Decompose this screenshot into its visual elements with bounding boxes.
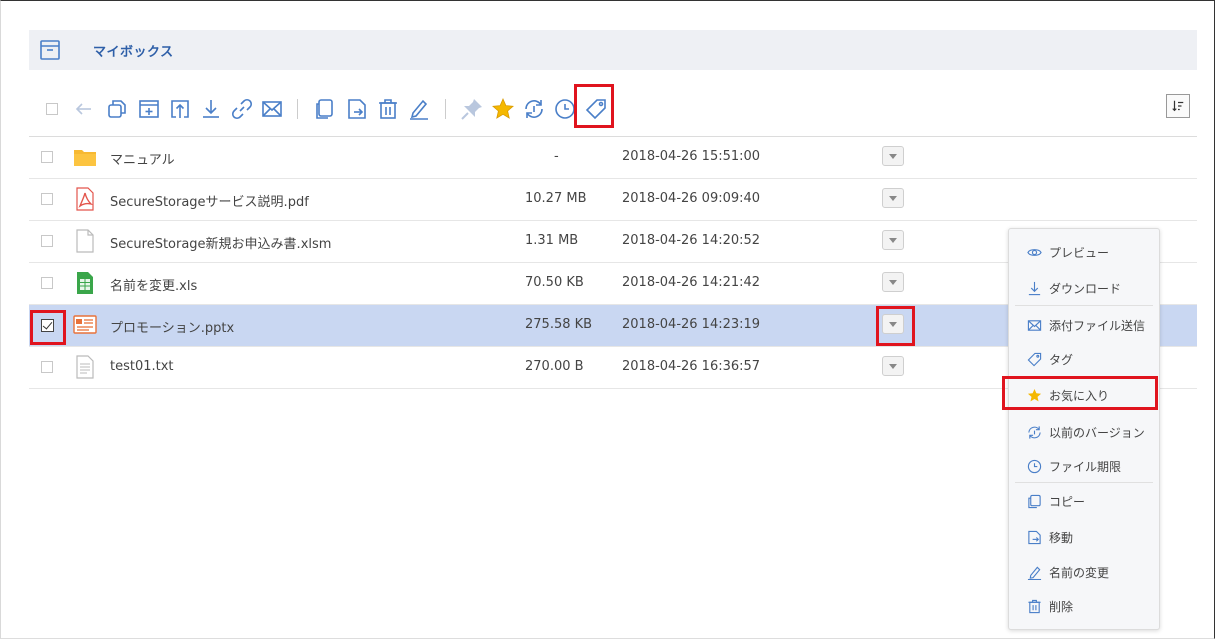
clock-icon [1027, 459, 1042, 473]
row-checkbox[interactable] [41, 277, 53, 289]
row-checkbox[interactable] [41, 235, 53, 247]
eye-icon [1027, 248, 1042, 256]
file-name[interactable]: SecureStorageサービス説明.pdf [110, 191, 309, 210]
row-menu-button[interactable] [882, 146, 904, 166]
copy-file-icon[interactable] [310, 92, 340, 126]
file-date: 2018-04-26 14:20:52 [622, 233, 761, 248]
file-date: 2018-04-26 16:36:57 [622, 359, 761, 374]
highlight-row-menu [876, 306, 915, 346]
menu-item-previous-version[interactable]: 以前のバージョン [1027, 421, 1145, 443]
row-checkbox[interactable] [41, 151, 53, 163]
menu-item-tag[interactable]: タグ [1027, 348, 1073, 370]
file-date: 2018-04-26 15:51:00 [622, 149, 761, 164]
pdf-file-icon [76, 187, 94, 211]
trash-icon[interactable] [373, 92, 403, 126]
file-size: 70.50 KB [525, 275, 584, 290]
menu-item-download[interactable]: ダウンロード [1027, 277, 1121, 299]
menu-item-copy[interactable]: コピー [1027, 490, 1085, 512]
move-file-icon[interactable] [342, 92, 372, 126]
mail-icon [1027, 319, 1042, 331]
sort-button[interactable] [1166, 94, 1190, 118]
excel-file-icon [77, 272, 93, 294]
download-icon [1028, 281, 1041, 295]
page-header: マイボックス [29, 30, 1197, 70]
row-checkbox[interactable] [41, 361, 53, 373]
file-date: 2018-04-26 09:09:40 [622, 191, 761, 206]
move-file-icon [1028, 530, 1041, 544]
copy-icon[interactable] [102, 92, 132, 126]
select-all-checkbox[interactable] [37, 92, 67, 126]
file-name[interactable]: プロモーション.pptx [110, 317, 234, 336]
rename-icon[interactable] [404, 92, 434, 126]
trash-icon [1028, 599, 1041, 613]
menu-divider [1015, 482, 1153, 483]
back-arrow-icon[interactable] [69, 92, 99, 126]
folder-icon [74, 150, 96, 166]
version-icon [1028, 425, 1041, 439]
table-row[interactable]: SecureStorageサービス説明.pdf 10.27 MB 2018-04… [29, 179, 1197, 221]
menu-item-move[interactable]: 移動 [1027, 526, 1073, 548]
file-size: 1.31 MB [525, 233, 579, 248]
context-menu: プレビュー ダウンロード 添付ファイル送信 タグ お気に入り 以前のバージョン … [1008, 228, 1160, 630]
table-row[interactable]: マニュアル - 2018-04-26 15:51:00 [29, 137, 1197, 179]
tag-icon [1027, 352, 1042, 366]
file-name[interactable]: マニュアル [110, 149, 175, 168]
file-date: 2018-04-26 14:21:42 [622, 275, 761, 290]
file-name[interactable]: test01.txt [110, 359, 174, 374]
file-name[interactable]: 名前を変更.xls [110, 275, 197, 294]
row-menu-button[interactable] [882, 272, 904, 292]
new-folder-icon[interactable] [134, 92, 164, 126]
toolbar-divider [297, 99, 298, 119]
menu-item-send-attachment[interactable]: 添付ファイル送信 [1027, 314, 1145, 336]
link-icon[interactable] [227, 92, 257, 126]
menu-item-delete[interactable]: 削除 [1027, 595, 1073, 617]
file-date: 2018-04-26 14:23:19 [622, 317, 761, 332]
row-menu-button[interactable] [882, 356, 904, 376]
file-size: 10.27 MB [525, 191, 587, 206]
generic-file-icon [76, 229, 94, 253]
menu-item-file-expiry[interactable]: ファイル期限 [1027, 455, 1121, 477]
rename-icon [1027, 566, 1042, 580]
mail-icon[interactable] [257, 92, 287, 126]
download-icon[interactable] [196, 92, 226, 126]
highlight-favorite-menu-item [1002, 376, 1158, 410]
row-menu-button[interactable] [882, 230, 904, 250]
file-size: 275.58 KB [525, 317, 593, 332]
version-icon[interactable] [519, 92, 549, 126]
text-file-icon [76, 355, 94, 379]
menu-item-preview[interactable]: プレビュー [1027, 241, 1109, 263]
star-icon[interactable] [488, 92, 518, 126]
archive-box-icon [37, 37, 63, 63]
menu-item-rename[interactable]: 名前の変更 [1027, 561, 1109, 583]
file-size: - [554, 149, 559, 164]
highlight-checkbox [30, 310, 66, 345]
row-checkbox[interactable] [41, 193, 53, 205]
highlight-star-toolbar [574, 84, 614, 128]
menu-divider [1015, 305, 1153, 306]
file-name[interactable]: SecureStorage新規お申込み書.xlsm [110, 233, 331, 252]
page-title: マイボックス [93, 44, 174, 60]
pin-icon[interactable] [457, 92, 487, 126]
powerpoint-file-icon [73, 315, 97, 334]
sort-icon [1172, 100, 1184, 112]
upload-icon[interactable] [165, 92, 195, 126]
copy-file-icon [1028, 494, 1041, 508]
file-size: 270.00 B [525, 359, 584, 374]
row-menu-button[interactable] [882, 188, 904, 208]
toolbar-divider [445, 99, 446, 119]
